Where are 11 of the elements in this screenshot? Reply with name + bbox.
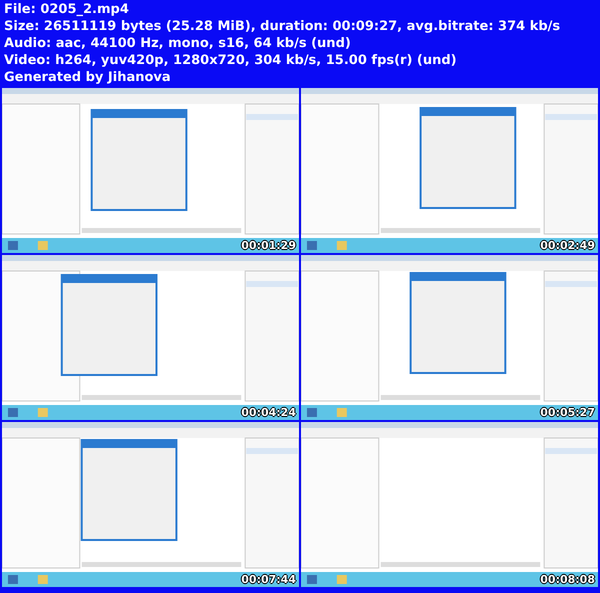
info-line: Video: h264, yuv420p, 1280x720, 304 kb/s, 15.00 fps(r) (und) [4, 52, 457, 69]
timestamp: 00:05:27 [540, 406, 595, 419]
info-line: Audio: aac, 44100 Hz, mono, s16, 64 kb/s (und) [4, 35, 351, 52]
info-line: Generated by Jihanova [4, 69, 171, 86]
info-line: Size: 26511119 bytes (25.28 MiB), duration: 00:09:27, avg.bitrate: 374 kb/s [4, 18, 560, 35]
timestamp: 00:07:44 [241, 573, 296, 586]
timestamp: 00:01:29 [241, 239, 296, 252]
timestamp: 00:02:49 [540, 239, 595, 252]
timestamp: 00:04:24 [241, 406, 296, 419]
info-line: File: 0205_2.mp4 [4, 1, 129, 18]
timestamp: 00:08:08 [540, 573, 595, 586]
